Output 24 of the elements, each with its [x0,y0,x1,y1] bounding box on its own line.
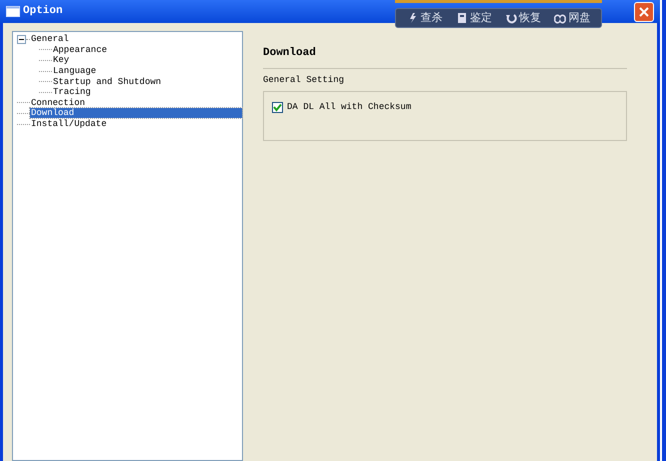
card-icon [456,12,468,24]
checkbox-label: DA DL All with Checksum [287,101,412,114]
toolbar-button[interactable]: 查杀 [406,12,443,24]
toolbar-button[interactable]: 恢复 [505,12,542,24]
checkbox[interactable] [272,102,283,114]
tree-item[interactable]: Install/Update [30,119,108,130]
toolbar-button[interactable]: 鉴定 [456,12,492,24]
group-title: General Setting [263,74,346,86]
tree-item[interactable]: Tracing [52,87,92,98]
close-icon [639,6,649,16]
close-button[interactable] [634,2,654,22]
tree-item[interactable]: Appearance [52,44,108,55]
window-title: Option [23,4,63,20]
window-icon [6,6,20,17]
tree-item[interactable]: Download [30,108,242,118]
page-heading: Download [263,46,317,61]
tree-item[interactable]: General [30,34,70,44]
collapse-toggle[interactable] [17,34,26,44]
tree-item[interactable]: Language [52,66,98,76]
undo-icon [505,12,518,24]
toolbar-button[interactable]: 网盘 [554,12,590,24]
tree-item[interactable]: Key [52,55,70,66]
tree-item[interactable]: Startup and Shutdown [52,76,162,87]
tree-item[interactable]: Connection [30,98,86,108]
